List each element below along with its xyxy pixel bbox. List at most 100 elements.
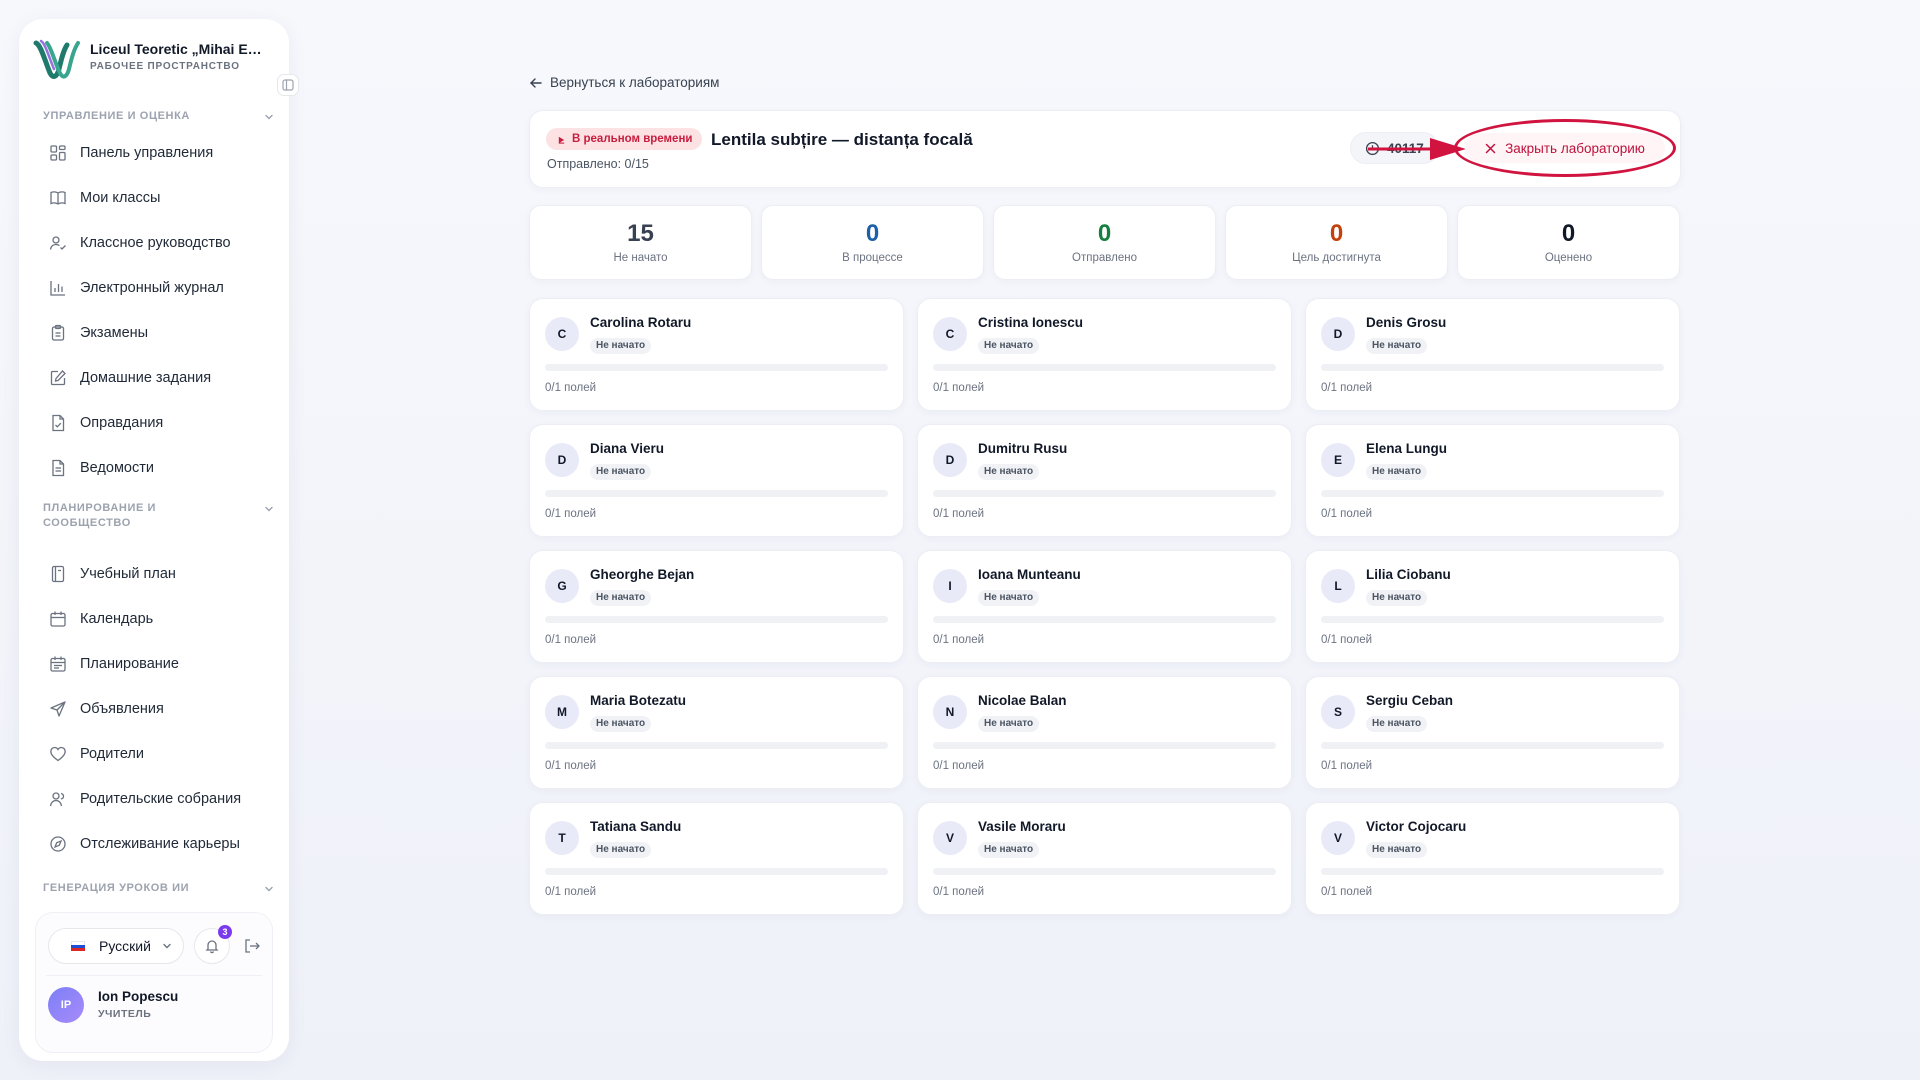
live-badge: В реальном времени [546,128,703,150]
section-management[interactable]: УПРАВЛЕНИЕ И ОЦЕНКА [43,109,275,124]
stat-value: 0 [865,220,880,247]
workspace-label: РАБОЧЕЕ ПРОСТРАНСТВО [90,61,240,72]
status-badge: Не начато [590,590,652,606]
status-badge: Не начато [590,842,652,858]
student-name: Lilia Ciobanu [1366,567,1451,582]
section-title: УПРАВЛЕНИЕ И ОЦЕНКА [43,110,190,122]
progress-bar [1321,364,1664,371]
fields-count: 0/1 полей [1321,508,1373,520]
clock-icon [1365,141,1380,155]
student-card[interactable]: M Maria Botezatu Не начато 0/1 полей [529,676,904,789]
student-card[interactable]: I Ioana Munteanu Не начато 0/1 полей [917,550,1292,663]
bar-chart-icon [49,279,67,297]
live-label: В реальном времени [572,133,693,145]
student-card[interactable]: C Cristina Ionescu Не начато 0/1 полей [917,298,1292,411]
student-card[interactable]: V Vasile Moraru Не начато 0/1 полей [917,802,1292,915]
student-card[interactable]: D Diana Vieru Не начато 0/1 полей [529,424,904,537]
collapse-sidebar-button[interactable] [277,74,299,96]
fields-count: 0/1 полей [1321,634,1373,646]
sidebar-item-parents[interactable]: Родители [49,739,279,769]
student-card[interactable]: S Sergiu Ceban Не начато 0/1 полей [1305,676,1680,789]
calendar-lines-icon [49,655,67,673]
file-check-icon [49,414,67,432]
sidebar-item-parent-meetings[interactable]: Родительские собрания [49,784,279,814]
student-card[interactable]: C Carolina Rotaru Не начато 0/1 полей [529,298,904,411]
sidebar-toggle-icon [282,79,294,91]
progress-bar [1321,868,1664,875]
sidebar-item-label: Панель управления [80,145,214,161]
stat-card-goal-reached: 0 Цель достигнута [1225,205,1448,280]
language-label: Русский [99,938,151,954]
progress-bar [933,616,1276,623]
sidebar-item-label: Мои классы [80,190,161,206]
student-card[interactable]: G Gheorghe Bejan Не начато 0/1 полей [529,550,904,663]
section-planning[interactable]: ПЛАНИРОВАНИЕ И СООБЩЕСТВО [43,501,275,531]
fields-count: 0/1 полей [545,634,597,646]
student-card[interactable]: E Elena Lungu Не начато 0/1 полей [1305,424,1680,537]
sidebar-item-announcements[interactable]: Объявления [49,694,279,724]
stat-value: 0 [1561,220,1576,247]
sidebar-item-label: Отслеживание карьеры [80,836,240,852]
sidebar-item-career-tracking[interactable]: Отслеживание карьеры [49,829,279,859]
chevron-down-icon [265,506,273,512]
sidebar-item-statements[interactable]: Ведомости [49,453,279,483]
student-avatar: E [1321,443,1355,477]
student-card[interactable]: T Tatiana Sandu Не начато 0/1 полей [529,802,904,915]
language-select[interactable]: Русский [48,928,184,964]
status-badge: Не начато [590,464,652,480]
stat-label: Цель достигнута [1292,252,1381,264]
student-card[interactable]: L Lilia Ciobanu Не начато 0/1 полей [1305,550,1680,663]
fields-count: 0/1 полей [545,382,597,394]
stat-value: 0 [1097,220,1112,247]
sidebar-item-excuses[interactable]: Оправдания [49,408,279,438]
student-avatar: C [933,317,967,351]
progress-bar [545,364,888,371]
status-badge: Не начато [1366,716,1428,732]
progress-bar [545,490,888,497]
avatar[interactable]: IP [48,987,84,1023]
stat-card-graded: 0 Оценено [1457,205,1680,280]
stat-label: Отправлено [1072,252,1137,264]
flag-icon [71,941,85,951]
sidebar-item-curriculum[interactable]: Учебный план [49,559,279,589]
user-role: УЧИТЕЛЬ [98,1008,152,1020]
close-lab-label: Закрыть лабораторию [1505,140,1645,156]
sidebar-item-label: Учебный план [80,566,176,582]
progress-bar [545,742,888,749]
student-name: Denis Grosu [1366,315,1447,330]
status-badge: Не начато [1366,338,1428,354]
student-name: Nicolae Balan [978,693,1067,708]
stat-value: 15 [627,220,654,247]
book-open-icon [49,189,67,207]
logout-icon[interactable] [243,937,261,955]
notifications-button[interactable]: 3 [194,925,232,964]
sidebar-item-exams[interactable]: Экзамены [49,318,279,348]
stat-card-in-progress: 0 В процессе [761,205,984,280]
chevron-down-icon [265,114,273,120]
sidebar-item-e-journal[interactable]: Электронный журнал [49,273,279,303]
section-ai-lessons[interactable]: ГЕНЕРАЦИЯ УРОКОВ ИИ [43,881,275,896]
back-to-labs-link[interactable]: Вернуться к лабораториям [529,75,719,90]
status-badge: Не начато [978,338,1040,354]
sidebar-item-homeroom[interactable]: Классное руководство [49,228,279,258]
arrow-left-icon [530,77,542,88]
student-name: Ioana Munteanu [978,567,1081,582]
sidebar-item-planning[interactable]: Планирование [49,649,279,679]
fields-count: 0/1 полей [545,760,597,772]
stat-label: В процессе [842,252,903,264]
student-card[interactable]: N Nicolae Balan Не начато 0/1 полей [917,676,1292,789]
student-avatar: D [1321,317,1355,351]
close-lab-button[interactable]: Закрыть лабораторию [1465,133,1665,163]
student-card[interactable]: D Denis Grosu Не начато 0/1 полей [1305,298,1680,411]
student-name: Carolina Rotaru [590,315,692,330]
student-card[interactable]: D Dumitru Rusu Не начато 0/1 полей [917,424,1292,537]
back-link-label: Вернуться к лабораториям [550,75,720,90]
chevron-down-icon [265,886,273,892]
sidebar-item-my-classes[interactable]: Мои классы [49,183,279,213]
brand[interactable]: Liceul Teoretic „Mihai Eminescu” РАБОЧЕЕ… [33,37,275,81]
sidebar-item-calendar[interactable]: Календарь [49,604,279,634]
student-card[interactable]: V Victor Cojocaru Не начато 0/1 полей [1305,802,1680,915]
sidebar-item-label: Электронный журнал [80,280,224,296]
sidebar-item-dashboard[interactable]: Панель управления [49,138,279,168]
sidebar-item-homework[interactable]: Домашние задания [49,363,279,393]
